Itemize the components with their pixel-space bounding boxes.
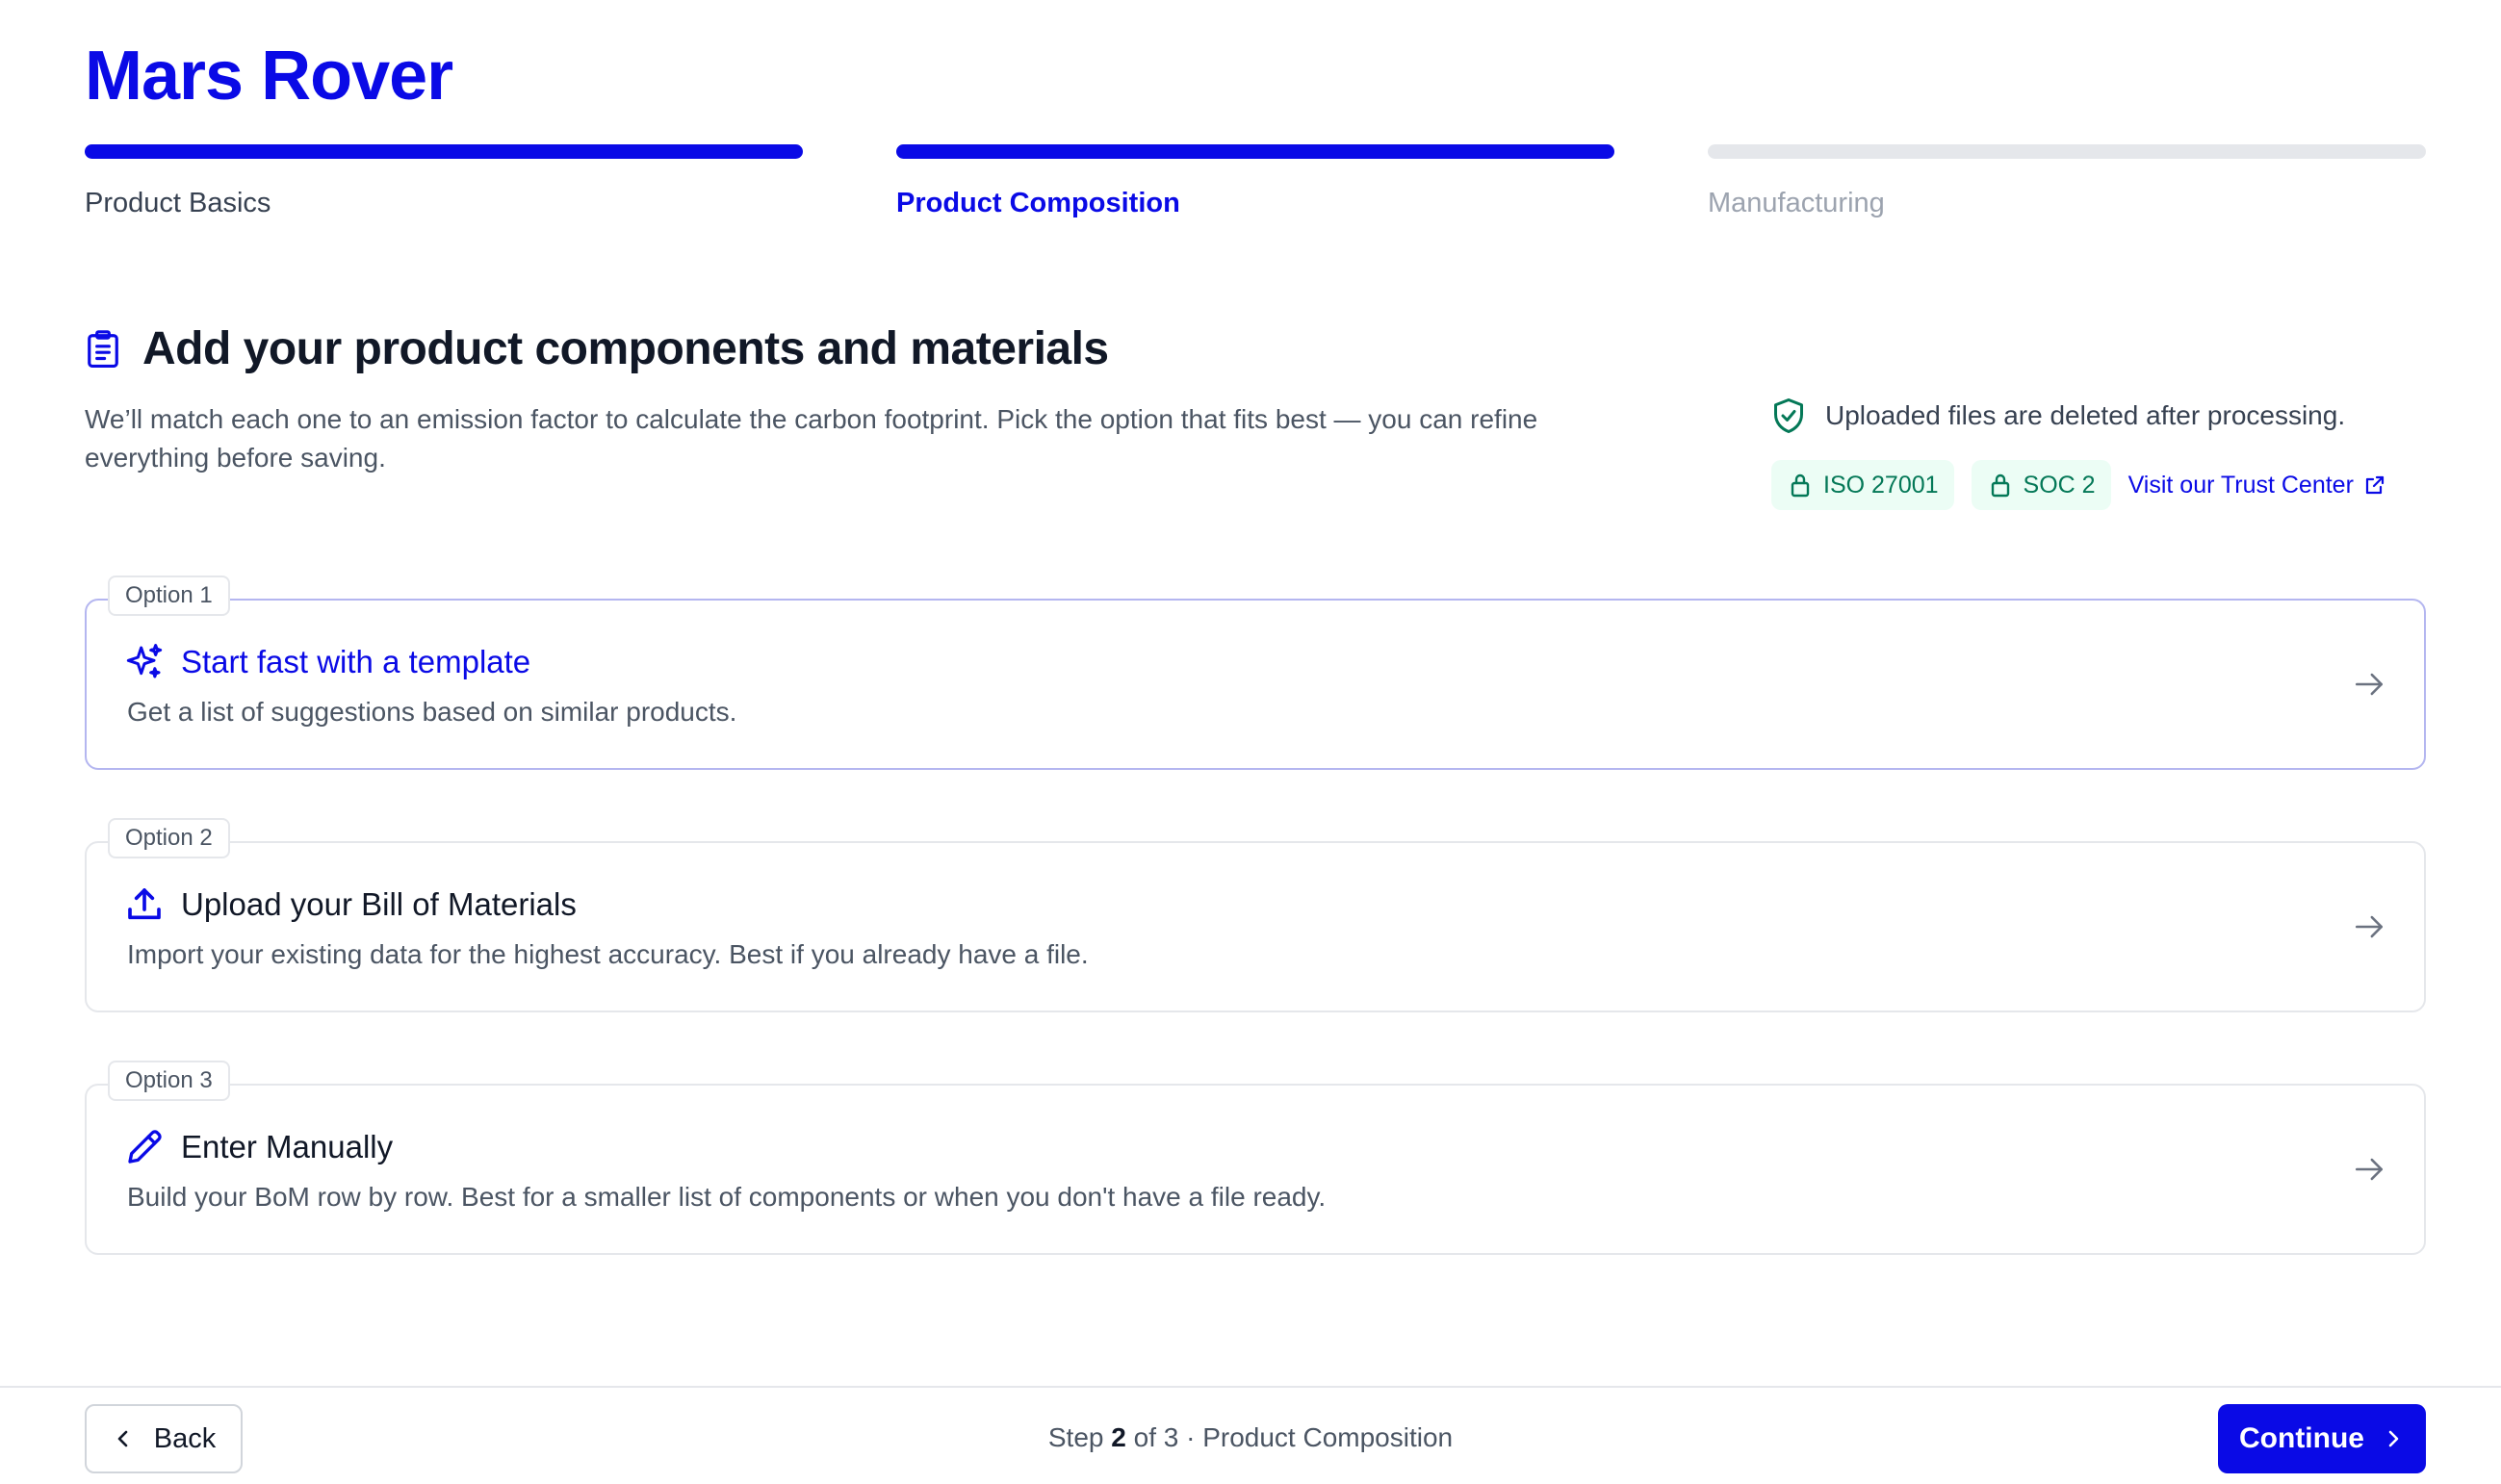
chevron-right-icon: [2388, 1430, 2399, 1447]
option-title-text: Enter Manually: [181, 1129, 394, 1164]
soc-2-badge: SOC 2: [1971, 460, 2111, 510]
section-subtitle: We’ll match each one to an emission fact…: [85, 404, 1538, 473]
step-product-composition[interactable]: Product Composition: [896, 144, 1614, 219]
step-status-suffix: of 3 · Product Composition: [1133, 1422, 1454, 1452]
security-note-text: Uploaded files are deleted after process…: [1825, 400, 2346, 430]
step-status: Step 2 of 3 · Product Composition: [0, 1422, 2501, 1453]
step-label: Product Composition: [896, 188, 1180, 218]
footer-bar: Back Step 2 of 3 · Product Composition C…: [0, 1386, 2501, 1484]
sparkles-icon: [126, 644, 163, 678]
lock-icon: [1991, 473, 2009, 498]
pencil-icon: [128, 1130, 162, 1164]
badge-label: SOC 2: [2023, 471, 2096, 499]
upload-icon: [128, 888, 161, 920]
arrow-right-icon: [2355, 673, 2384, 696]
page-title: Mars Rover: [85, 38, 453, 115]
security-info: Uploaded files are deleted after process…: [1771, 397, 2385, 510]
option-description: Import your existing data for the highes…: [127, 939, 1089, 969]
current-step-number: 2: [1111, 1422, 1126, 1452]
arrow-right-icon: [2355, 915, 2384, 938]
step-label: Product Basics: [85, 188, 271, 218]
step-progress-bar: [1708, 144, 2426, 159]
external-link-icon: [2365, 475, 2385, 495]
step-product-basics[interactable]: Product Basics: [85, 144, 803, 219]
step-manufacturing[interactable]: Manufacturing: [1708, 144, 2426, 219]
option-tag: Option 2: [108, 818, 230, 858]
option-title: Start fast with a template: [125, 643, 530, 681]
section-title: Add your product components and material…: [142, 323, 1109, 374]
continue-button-label: Continue: [2239, 1422, 2364, 1454]
option-title-text: Upload your Bill of Materials: [181, 886, 577, 922]
option-description: Build your BoM row by row. Best for a sm…: [127, 1182, 1327, 1212]
option-tag: Option 3: [108, 1061, 230, 1101]
arrow-right-icon: [2355, 1158, 2384, 1181]
trust-center-link-label: Visit our Trust Center: [2127, 471, 2354, 499]
option-title: Upload your Bill of Materials: [125, 885, 577, 924]
step-progress-bar: [896, 144, 1614, 159]
continue-button[interactable]: Continue: [2218, 1404, 2426, 1473]
step-status-prefix: Step: [1047, 1422, 1104, 1452]
shield-check-icon: [1774, 398, 1803, 433]
iso-27001-badge: ISO 27001: [1771, 460, 1954, 510]
option-tag: Option 1: [108, 576, 230, 616]
lock-icon: [1791, 473, 1810, 498]
option-title-text: Start fast with a template: [181, 644, 531, 679]
certification-badges: ISO 27001 SOC 2 Visit our Trust Center: [1771, 460, 2386, 510]
clipboard-icon: [88, 329, 118, 368]
progress-stepper: Product Basics Product Composition Manuf…: [85, 144, 2426, 221]
security-note: Uploaded files are deleted after process…: [1771, 397, 2345, 435]
step-label: Manufacturing: [1708, 188, 1885, 218]
badge-label: ISO 27001: [1823, 471, 1939, 499]
option-title: Enter Manually: [125, 1128, 393, 1166]
step-progress-bar: [85, 144, 803, 159]
option-card-upload-bom[interactable]: Option 2 Upload your Bill of Materials I…: [85, 818, 2426, 1012]
trust-center-link[interactable]: Visit our Trust Center: [2128, 472, 2386, 499]
option-description: Get a list of suggestions based on simil…: [127, 697, 737, 727]
option-card-template[interactable]: Option 1 Start fast with a template Get …: [85, 576, 2426, 770]
section-header: Add your product components and material…: [85, 322, 1109, 375]
option-card-manual-entry[interactable]: Option 3 Enter Manually Build your BoM r…: [85, 1061, 2426, 1255]
